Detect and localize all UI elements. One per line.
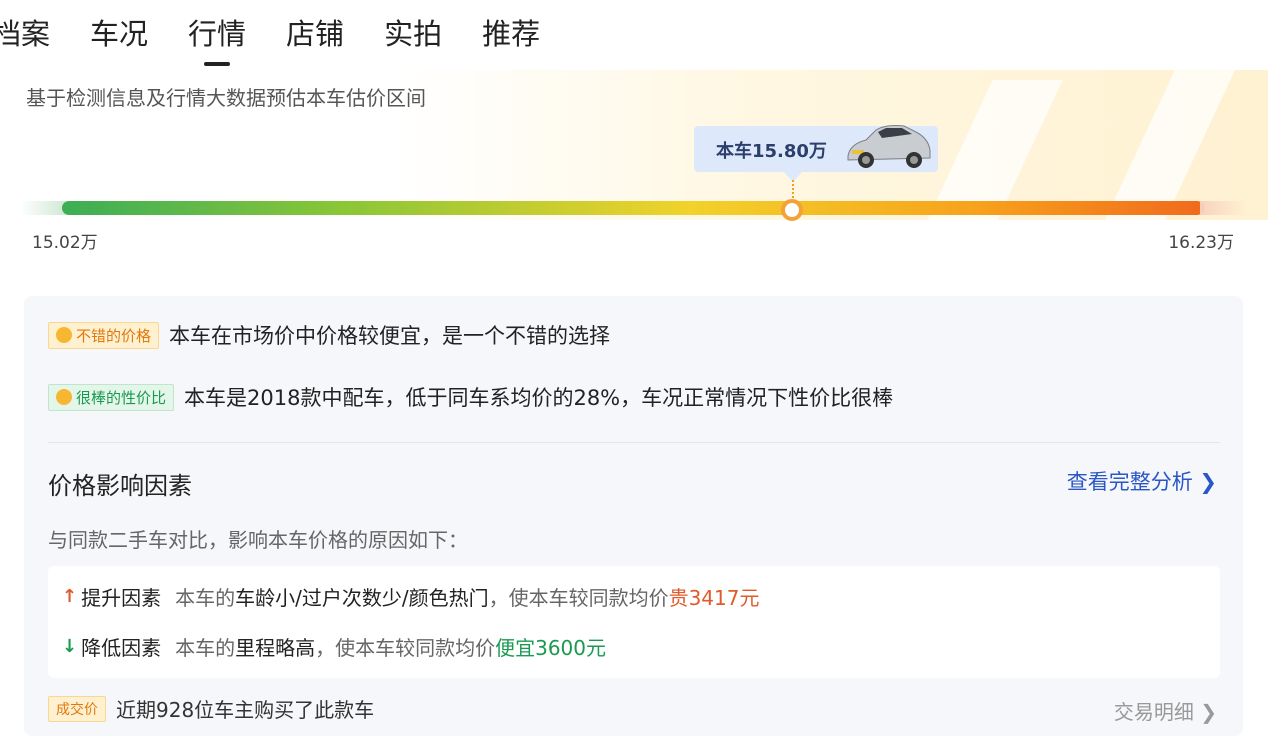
grin-emoji-icon [56,389,72,405]
car-thumbnail-icon [847,125,931,168]
lower-factor-row: ↓ 降低因素 本车的 里程略高 ，使本车较同款均价 便宜3600元 [62,632,606,661]
transaction-row: 成交价 近期928位车主购买了此款车 [48,694,374,723]
tab-bar: 档案 车况 行情 店铺 实拍 推荐 [0,14,580,58]
price-range-bar [62,201,1204,215]
deal-price-tag-label: 成交价 [56,701,98,718]
view-full-analysis-link[interactable]: 查看完整分析 ❯ [1067,466,1217,496]
tab-archive[interactable]: 档案 [0,14,50,58]
price-analysis-card: 不错的价格 本车在市场价中价格较便宜，是一个不错的选择 很棒的性价比 本车是20… [24,296,1243,736]
smile-emoji-icon [56,327,72,343]
summary-row-price: 不错的价格 本车在市场价中价格较便宜，是一个不错的选择 [48,320,610,350]
good-price-tag: 不错的价格 [48,321,160,349]
tab-market[interactable]: 行情 [188,14,246,58]
lower-factor-value: 便宜3600元 [495,636,606,660]
estimate-subtitle: 基于检测信息及行情大数据预估本车估价区间 [26,86,426,110]
summary-line-2: 本车是2018款中配车，低于同车系均价的28%，车况正常情况下性价比很棒 [184,386,894,410]
raise-factor-row: ↑ 提升因素 本车的 车龄小/过户次数少/颜色热门 ，使本车较同款均价 贵341… [62,582,759,611]
arrow-up-icon: ↑ [62,586,78,607]
raise-factor-value: 贵3417元 [668,586,760,610]
transaction-details-link[interactable]: 交易明细 ❯ [1114,696,1217,725]
lower-factor-label: 降低因素 [81,636,162,660]
great-value-tag-label: 很棒的性价比 [76,388,167,407]
range-bar-right-fade [1200,201,1248,215]
divider [48,442,1220,443]
factors-title: 价格影响因素 [48,472,192,500]
factors-subtitle: 与同款二手车对比，影响本车价格的原因如下： [48,528,468,552]
this-car-price-label: 本车15.80万 [716,141,827,162]
marker-connector [792,180,794,198]
great-value-tag: 很棒的性价比 [48,383,175,411]
range-max-label: 16.23万 [1168,233,1234,253]
lower-factor-prefix: 本车的 [175,636,236,660]
raise-factor-label: 提升因素 [81,586,162,610]
range-min-label: 15.02万 [32,233,98,253]
good-price-tag-label: 不错的价格 [76,326,152,345]
raise-factor-reasons: 车龄小/过户次数少/颜色热门 [235,586,489,610]
tab-store[interactable]: 店铺 [286,14,344,58]
lower-factor-reasons: 里程略高 [235,636,316,660]
range-bar-left-fade [20,201,66,215]
deal-price-tag: 成交价 [48,695,106,722]
summary-line-1: 本车在市场价中价格较便宜，是一个不错的选择 [169,324,611,348]
tab-condition[interactable]: 车况 [90,14,148,58]
tab-photos[interactable]: 实拍 [384,14,442,58]
this-car-marker [781,199,803,221]
raise-factor-prefix: 本车的 [175,586,236,610]
this-car-price-bubble: 本车15.80万 [694,125,938,182]
factors-box: ↑ 提升因素 本车的 车龄小/过户次数少/颜色热门 ，使本车较同款均价 贵341… [48,566,1220,678]
tab-recommend[interactable]: 推荐 [482,14,540,58]
raise-factor-mid: ，使本车较同款均价 [488,586,669,610]
lower-factor-mid: ，使本车较同款均价 [315,636,496,660]
transaction-text: 近期928位车主购买了此款车 [116,698,375,722]
summary-row-value: 很棒的性价比 本车是2018款中配车，低于同车系均价的28%，车况正常情况下性价… [48,382,893,412]
arrow-down-icon: ↓ [62,636,78,657]
